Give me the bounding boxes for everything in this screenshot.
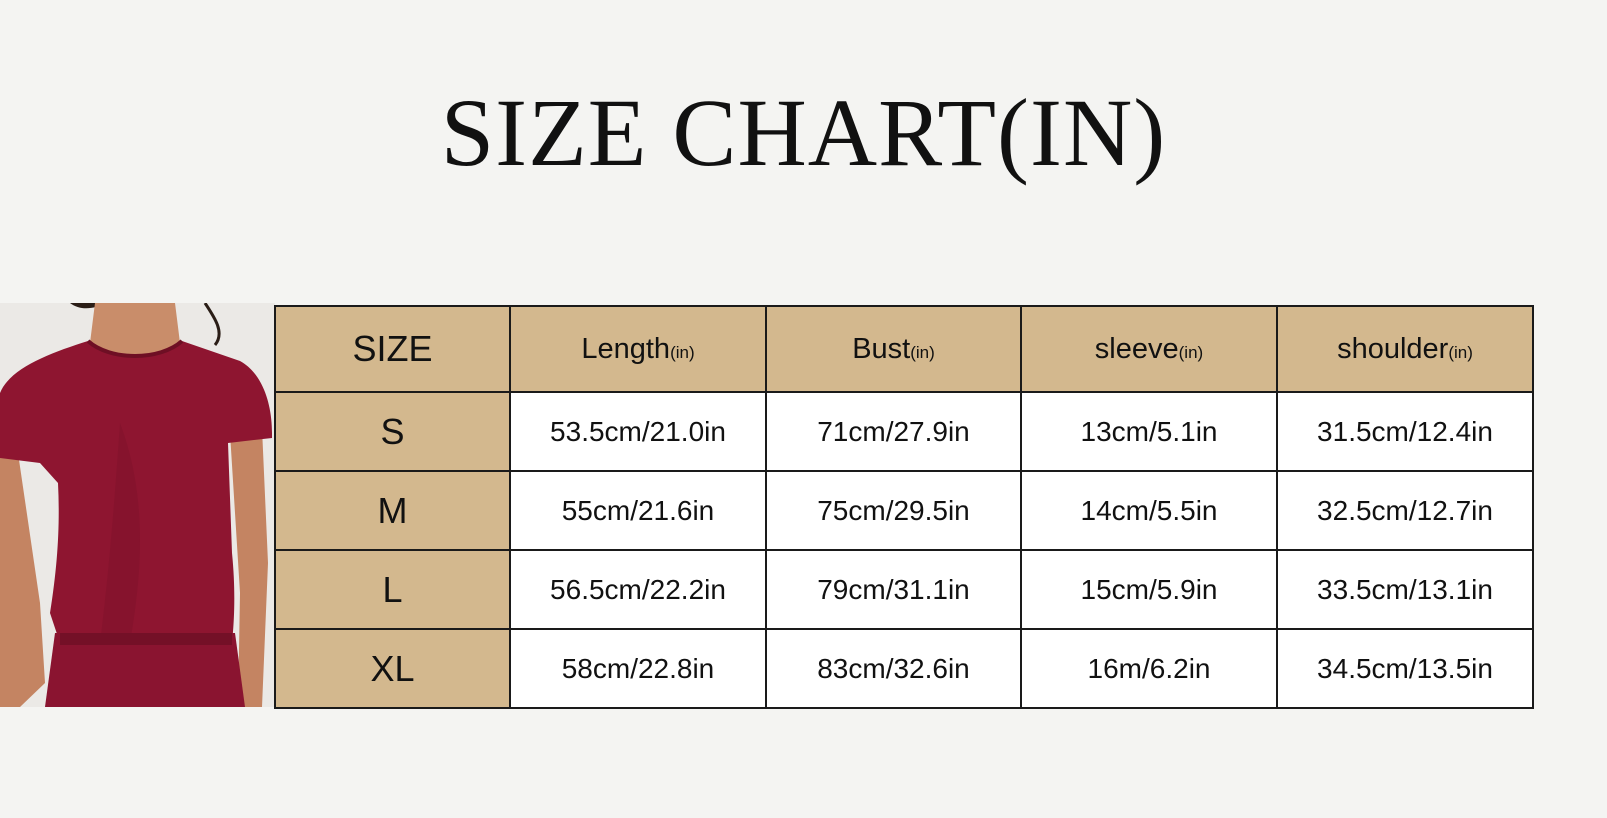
size-chart-table: SIZE Length(in) Bust(in) sleeve(in) shou… [274,305,1534,709]
shoulder-value: 32.5cm/12.7in [1276,470,1534,551]
table-header-row: SIZE Length(in) Bust(in) sleeve(in) shou… [274,305,1534,393]
table-row: L 56.5cm/22.2in 79cm/31.1in 15cm/5.9in 3… [274,549,1534,630]
sleeve-value: 13cm/5.1in [1020,391,1278,472]
header-size: SIZE [274,305,511,393]
shoulder-value: 31.5cm/12.4in [1276,391,1534,472]
product-photo [0,303,275,707]
bust-value: 71cm/27.9in [765,391,1022,472]
table-row: XL 58cm/22.8in 83cm/32.6in 16m/6.2in 34.… [274,628,1534,709]
shoulder-value: 33.5cm/13.1in [1276,549,1534,630]
size-label: L [274,549,511,630]
table-row: S 53.5cm/21.0in 71cm/27.9in 13cm/5.1in 3… [274,391,1534,472]
size-label: S [274,391,511,472]
length-value: 53.5cm/21.0in [509,391,767,472]
header-sleeve: sleeve(in) [1020,305,1278,393]
bust-value: 75cm/29.5in [765,470,1022,551]
model-wearing-burgundy-tshirt-icon [0,303,275,707]
bust-value: 79cm/31.1in [765,549,1022,630]
length-value: 55cm/21.6in [509,470,767,551]
sleeve-value: 14cm/5.5in [1020,470,1278,551]
bust-value: 83cm/32.6in [765,628,1022,709]
header-shoulder: shoulder(in) [1276,305,1534,393]
header-length: Length(in) [509,305,767,393]
table-row: M 55cm/21.6in 75cm/29.5in 14cm/5.5in 32.… [274,470,1534,551]
page-title: SIZE CHART(IN) [440,79,1167,186]
size-label: M [274,470,511,551]
sleeve-value: 15cm/5.9in [1020,549,1278,630]
size-label: XL [274,628,511,709]
length-value: 56.5cm/22.2in [509,549,767,630]
sleeve-value: 16m/6.2in [1020,628,1278,709]
header-bust: Bust(in) [765,305,1022,393]
shoulder-value: 34.5cm/13.5in [1276,628,1534,709]
length-value: 58cm/22.8in [509,628,767,709]
